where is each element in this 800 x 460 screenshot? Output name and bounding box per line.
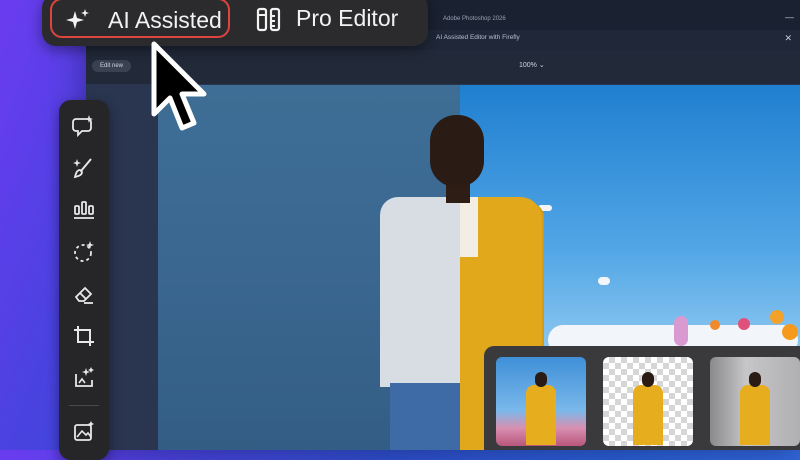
- generate-image-icon: [75, 367, 94, 387]
- ai-assisted-tab[interactable]: AI Assisted: [50, 0, 230, 38]
- adjustments-icon: [74, 201, 94, 219]
- select-subject-icon: [74, 241, 94, 262]
- rail-divider: [69, 405, 99, 406]
- chevron-down-icon: ⌄: [538, 62, 545, 69]
- eraser-button[interactable]: [72, 282, 96, 306]
- person-shirt: [460, 197, 478, 257]
- thumbnail-person: [633, 385, 663, 445]
- person-tshirt: [380, 197, 460, 387]
- window-title: Adobe Photoshop 2026: [443, 16, 506, 22]
- tool-rail: [59, 100, 109, 460]
- close-tab-button[interactable]: ✕: [784, 33, 792, 44]
- thumbnail-flowers-background[interactable]: [496, 357, 586, 446]
- edit-new-button[interactable]: Edit new: [92, 60, 132, 72]
- person-head: [430, 115, 484, 187]
- mouse-pointer-icon: [151, 41, 207, 131]
- sparkles-icon: [66, 9, 89, 29]
- zoom-value: 100%: [519, 62, 537, 69]
- minimize-button[interactable]: —: [785, 12, 794, 22]
- flowers: [670, 310, 800, 350]
- cloud: [598, 277, 610, 285]
- pro-editor-label: Pro Editor: [296, 5, 399, 31]
- thumbnail-person: [740, 385, 770, 445]
- add-image-icon: [74, 421, 94, 441]
- generate-image-button[interactable]: [72, 366, 96, 390]
- generative-fill-icon: [72, 115, 93, 138]
- select-subject-button[interactable]: [72, 240, 96, 264]
- adjustments-button[interactable]: [72, 198, 96, 222]
- thumbnail-transparent-background[interactable]: [603, 357, 693, 446]
- eraser-icon: [74, 286, 93, 304]
- mode-switch: AI Assisted Pro Editor: [42, 0, 428, 46]
- crop-icon: [74, 326, 94, 346]
- thumbnail-concrete-background[interactable]: [710, 357, 800, 446]
- pro-editor-tab[interactable]: Pro Editor: [242, 0, 422, 38]
- crop-button[interactable]: [72, 324, 96, 348]
- variations-tray: [484, 346, 800, 450]
- thumbnail-person-head: [535, 372, 547, 387]
- person-jeans: [390, 383, 460, 450]
- brush-icon: [73, 158, 92, 179]
- brush-button[interactable]: [72, 156, 96, 180]
- pencil-ruler-icon: [256, 7, 281, 32]
- generative-fill-button[interactable]: [72, 114, 96, 138]
- thumbnail-person-head: [642, 372, 654, 387]
- ai-assisted-label: AI Assisted: [108, 7, 222, 33]
- document-tab[interactable]: AI Assisted Editor with Firefly: [436, 34, 520, 41]
- thumbnail-person: [526, 385, 556, 445]
- zoom-dropdown[interactable]: 100% ⌄: [519, 61, 545, 69]
- add-image-button[interactable]: [72, 420, 96, 444]
- thumbnail-person-head: [749, 372, 761, 387]
